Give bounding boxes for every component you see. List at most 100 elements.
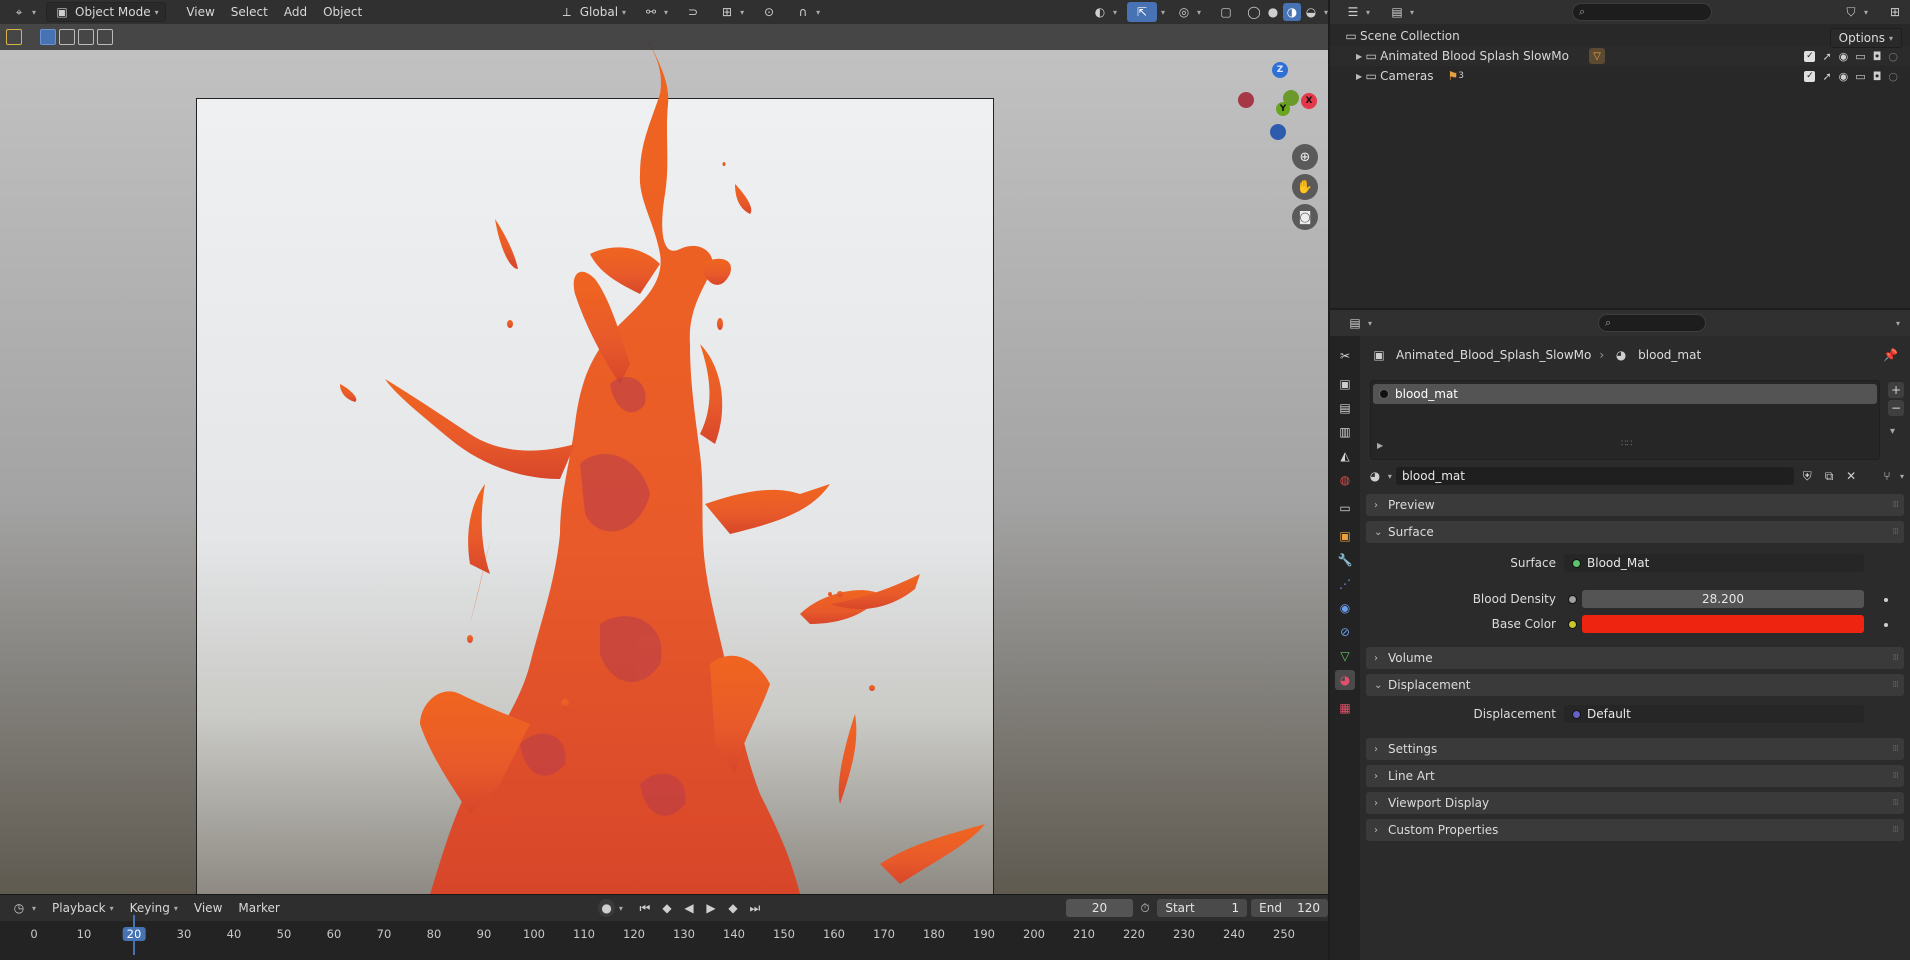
pivot-point-button[interactable]: ⚯ ▾ [636, 2, 674, 22]
gizmo-neg-y-axis[interactable] [1283, 90, 1299, 106]
object-tab-icon[interactable]: ▣ [1335, 526, 1355, 546]
node-link-icon[interactable]: ⑂ [1878, 467, 1896, 485]
render-camera-icon[interactable]: ◘ [1873, 70, 1882, 83]
end-frame-field[interactable]: End 120 [1251, 899, 1329, 917]
displacement-field[interactable]: Default [1564, 705, 1864, 723]
menu-marker[interactable]: Marker [232, 898, 285, 918]
chevron-down-icon[interactable]: ▾ [1324, 8, 1328, 17]
pan-hand-icon[interactable]: ✋ [1292, 174, 1318, 200]
properties-editor-type-button[interactable]: ▤ ▾ [1340, 313, 1378, 333]
material-tab-icon[interactable]: ◕ [1335, 670, 1355, 690]
play-reverse-icon[interactable]: ◀ [679, 899, 699, 917]
material-slot-list[interactable]: blood_mat ▶ ∷∷ [1370, 380, 1880, 460]
menu-playback[interactable]: Playback ▾ [46, 898, 120, 918]
panel-viewport-display[interactable]: › Viewport Display ⁞⁞⁞ [1366, 792, 1904, 814]
properties-search-input[interactable]: ⌕ [1598, 314, 1707, 332]
duplicate-material-icon[interactable]: ⧉ [1820, 467, 1838, 485]
chevron-down-icon[interactable]: ▾ [1161, 8, 1165, 17]
drag-grip-icon[interactable]: ⁞⁞⁞ [1892, 680, 1899, 690]
panel-surface[interactable]: ⌄ Surface ⁞⁞⁞ [1366, 521, 1904, 543]
surface-shader-field[interactable]: Blood_Mat [1564, 554, 1864, 572]
selectable-icon[interactable]: ➚ [1822, 50, 1831, 63]
chevron-down-icon[interactable]: ▾ [619, 904, 623, 913]
rendered-shading-icon[interactable]: ◒ [1302, 3, 1320, 21]
display-mode-button[interactable]: ▤ ▾ [1382, 2, 1420, 22]
expand-arrow-icon[interactable]: ▶ [1377, 441, 1383, 450]
drag-grip-icon[interactable]: ⁞⁞⁞ [1892, 825, 1899, 835]
camera-view-icon[interactable]: ◙ [1292, 204, 1318, 230]
drag-grip-icon[interactable]: ⁞⁞⁞ [1892, 798, 1899, 808]
select-extend-icon[interactable] [59, 29, 75, 45]
exclude-checkbox[interactable]: ✓ [1804, 70, 1816, 82]
snap-toggle[interactable]: ⊃ [678, 2, 708, 22]
menu-object[interactable]: Object [317, 2, 368, 22]
texture-tab-icon[interactable]: ▦ [1335, 698, 1355, 718]
collection-tab-icon[interactable]: ▭ [1335, 498, 1355, 518]
scene-tab-icon[interactable]: ◭ [1335, 446, 1355, 466]
chevron-down-icon[interactable]: ▾ [1388, 472, 1392, 481]
material-slot-row[interactable]: blood_mat [1373, 384, 1877, 404]
panel-settings[interactable]: › Settings ⁞⁞⁞ [1366, 738, 1904, 760]
panel-preview[interactable]: › Preview ⁞⁞⁞ [1366, 494, 1904, 516]
blood-density-field[interactable]: 28.200 [1582, 590, 1864, 608]
panel-displacement[interactable]: ⌄ Displacement ⁞⁞⁞ [1366, 674, 1904, 696]
output-tab-icon[interactable]: ▤ [1335, 398, 1355, 418]
xray-toggle[interactable]: ▢ [1211, 2, 1241, 22]
menu-select[interactable]: Select [225, 2, 274, 22]
editor-type-button[interactable]: ⌖ ▾ [4, 2, 42, 22]
add-slot-icon[interactable]: + [1888, 382, 1904, 398]
gizmo-toggle[interactable]: ⇱ [1126, 2, 1157, 22]
drag-grip-icon[interactable]: ⁞⁞⁞ [1892, 771, 1899, 781]
visibility-dropdown[interactable]: ◐ ▾ [1085, 2, 1123, 22]
constraints-tab-icon[interactable]: ⊘ [1335, 622, 1355, 642]
drag-grip-icon[interactable]: ⁞⁞⁞ [1892, 500, 1899, 510]
zoom-icon[interactable]: ⊕ [1292, 144, 1318, 170]
scene-collection-row[interactable]: ▭ Scene Collection [1330, 26, 1910, 46]
pin-icon[interactable]: 📌 [1883, 348, 1898, 362]
current-frame-field[interactable]: 20 [1066, 899, 1133, 917]
render-tab-icon[interactable]: ▣ [1335, 374, 1355, 394]
jump-end-icon[interactable]: ⏭ [745, 899, 765, 917]
gizmo-z-axis[interactable]: Z [1272, 62, 1288, 78]
selectable-icon[interactable]: ➚ [1822, 70, 1831, 83]
mode-dropdown[interactable]: ▣ Object Mode ▾ [46, 2, 166, 22]
material-browse-icon[interactable]: ◕ [1366, 467, 1384, 485]
view-layer-tab-icon[interactable]: ▥ [1335, 422, 1355, 442]
playhead[interactable] [133, 915, 135, 955]
drag-grip-icon[interactable]: ⁞⁞⁞ [1892, 527, 1899, 537]
holdout-icon[interactable]: ○ [1888, 70, 1898, 83]
3d-viewport[interactable]: Z Y X ⊕ ✋ ◙ [0, 24, 1328, 894]
select-tool-icon[interactable] [6, 29, 22, 45]
chevron-down-icon[interactable]: ▾ [1896, 319, 1900, 328]
base-color-swatch[interactable] [1582, 615, 1864, 633]
keyframe-dot-icon[interactable] [1884, 598, 1888, 602]
panel-line-art[interactable]: › Line Art ⁞⁞⁞ [1366, 765, 1904, 787]
outliner-row[interactable]: ▶ ▭ Cameras ⚑ 3 ✓ ➚ ◉ ▭ ◘ ○ [1330, 66, 1910, 86]
particles-tab-icon[interactable]: ⋰ [1335, 574, 1355, 594]
monitor-icon[interactable]: ▭ [1855, 70, 1865, 83]
exclude-checkbox[interactable]: ✓ [1804, 50, 1816, 62]
world-tab-icon[interactable]: ◍ [1335, 470, 1355, 490]
menu-view[interactable]: View [180, 2, 220, 22]
unlink-x-icon[interactable]: ✕ [1842, 467, 1860, 485]
eye-icon[interactable]: ◉ [1839, 70, 1849, 83]
drag-grip-icon[interactable]: ⁞⁞⁞ [1892, 653, 1899, 663]
fake-user-shield-icon[interactable]: ⛨ [1798, 467, 1816, 485]
filter-button[interactable]: ⛉ ▾ [1836, 2, 1874, 22]
panel-volume[interactable]: › Volume ⁞⁞⁞ [1366, 647, 1904, 669]
snap-target-button[interactable]: ⊞ ▾ [712, 2, 750, 22]
proportional-edit-toggle[interactable]: ⊙ [754, 2, 784, 22]
select-subtract-icon[interactable] [78, 29, 94, 45]
play-icon[interactable]: ▶ [701, 899, 721, 917]
wireframe-shading-icon[interactable]: ◯ [1245, 3, 1263, 21]
prev-keyframe-icon[interactable]: ◆ [657, 899, 677, 917]
gizmo-neg-z-axis[interactable] [1270, 124, 1286, 140]
outliner-editor-type-button[interactable]: ☰ ▾ [1338, 2, 1376, 22]
holdout-icon[interactable]: ○ [1888, 50, 1898, 63]
new-collection-button[interactable]: ⊞ [1880, 2, 1910, 22]
modifier-tab-icon[interactable]: 🔧 [1335, 550, 1355, 570]
remove-slot-icon[interactable]: − [1888, 400, 1904, 416]
jump-start-icon[interactable]: ⏮ [635, 899, 655, 917]
tool-tab-icon[interactable]: ✂ [1335, 346, 1355, 366]
frame-ruler[interactable]: 0102030405060708090100110120130140150160… [0, 923, 1328, 959]
